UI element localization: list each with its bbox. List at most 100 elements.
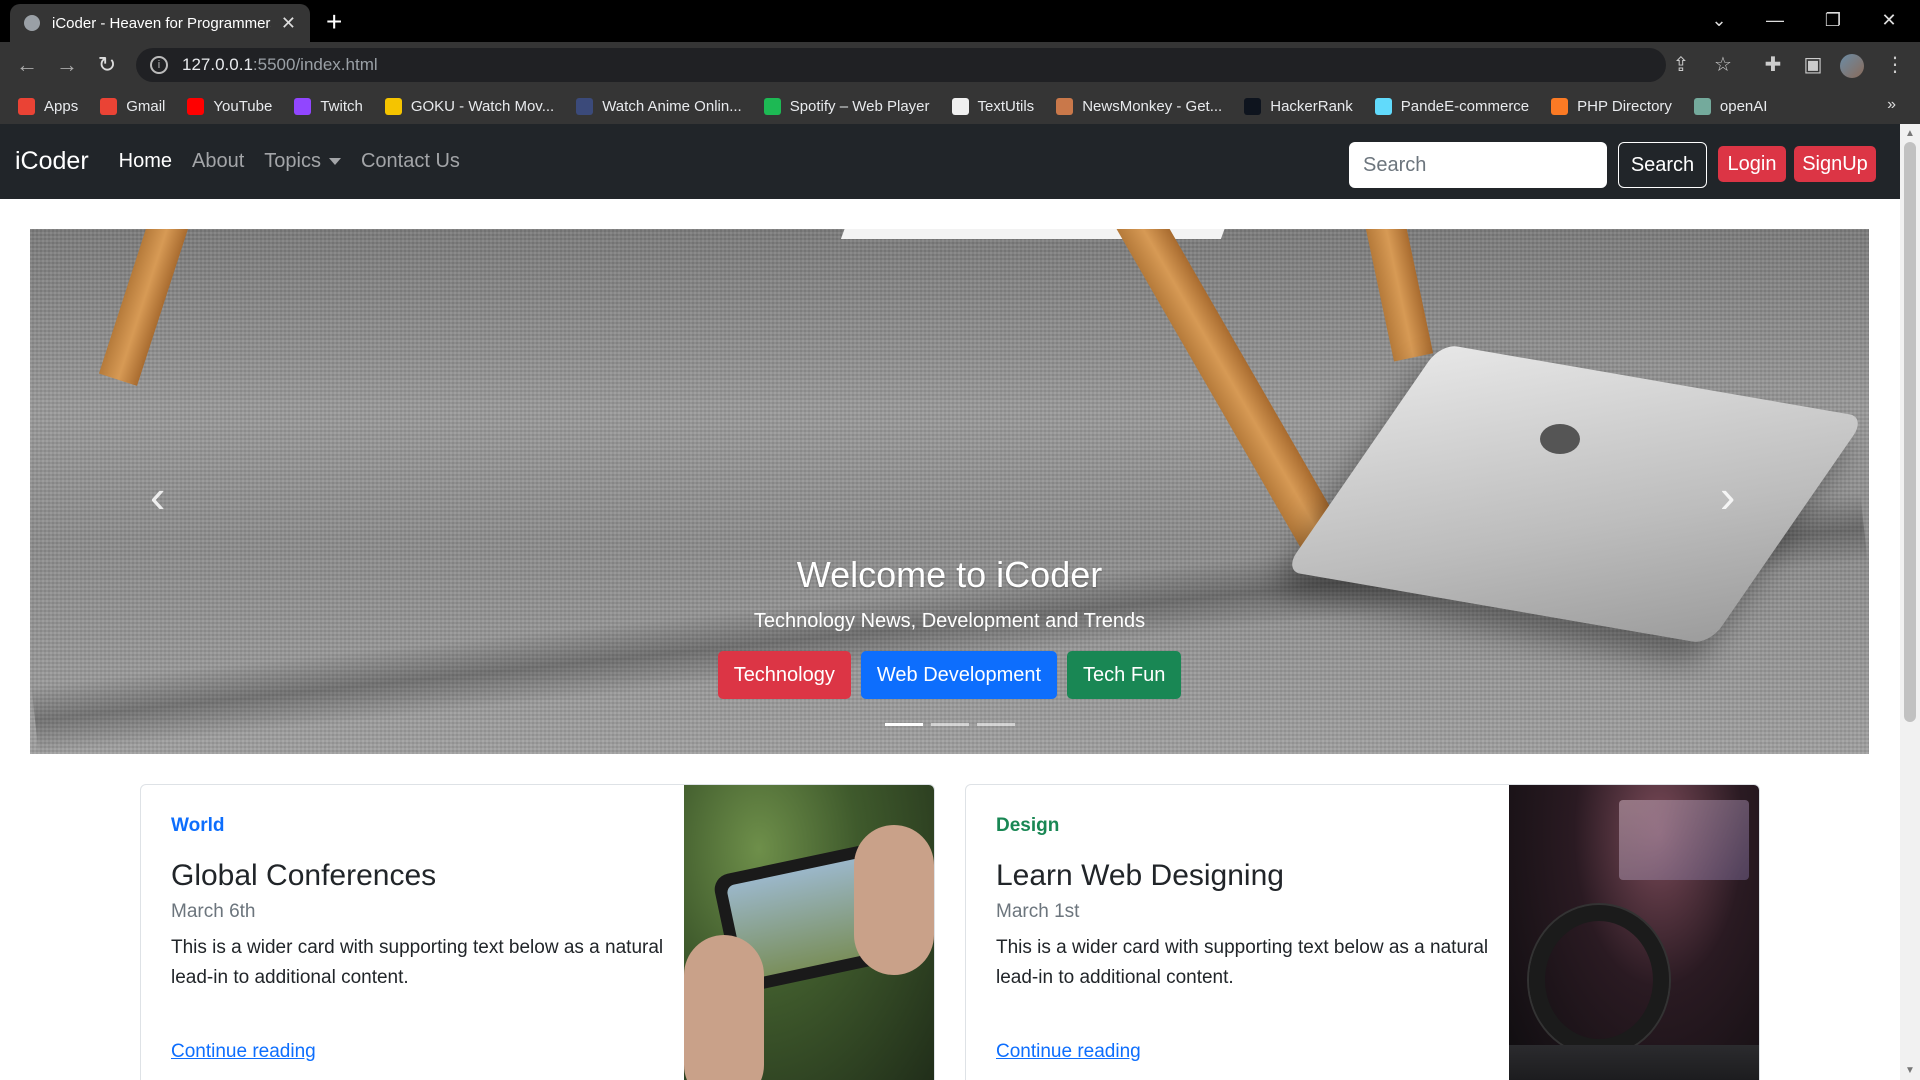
bookmark-item[interactable]: Watch Anime Onlin... (576, 97, 742, 115)
close-window-icon[interactable]: ✕ (1862, 4, 1916, 36)
twitch-icon (294, 97, 312, 115)
share-icon[interactable]: ⇪ (1666, 50, 1696, 80)
nav-contact[interactable]: Contact Us (361, 150, 460, 173)
bookmark-item[interactable]: Twitch (294, 97, 363, 115)
signup-button[interactable]: SignUp (1794, 146, 1876, 182)
carousel-indicator[interactable] (976, 723, 1015, 726)
login-button[interactable]: Login (1718, 146, 1786, 182)
minimize-icon[interactable]: — (1748, 4, 1802, 36)
scroll-down-icon[interactable]: ▼ (1905, 1065, 1915, 1076)
carousel-title: Welcome to iCoder (796, 554, 1103, 595)
apple-logo (1540, 424, 1580, 454)
scrollbar-thumb[interactable] (1904, 142, 1916, 722)
continue-reading-link[interactable]: Continue reading (996, 1041, 1141, 1063)
close-tab-icon[interactable]: ✕ (281, 13, 296, 34)
bookmark-label: Spotify – Web Player (789, 97, 930, 115)
hero-carousel: ‹ › Welcome to iCoder Technology News, D… (30, 229, 1869, 754)
bookmark-item[interactable]: openAI (1693, 97, 1768, 115)
apps-grid-icon (18, 97, 35, 115)
tab-search-icon[interactable]: ⌄ (1692, 4, 1746, 36)
search-button[interactable]: Search (1618, 142, 1707, 188)
site-navbar: iCoder Home About Topics Contact Us Sear… (0, 124, 1900, 199)
goku-icon (384, 97, 402, 115)
carousel-button[interactable]: Technology (717, 651, 851, 699)
side-panel-icon[interactable]: ▣ (1798, 50, 1828, 80)
carousel-subtitle: Technology News, Development and Trends (753, 610, 1146, 632)
bookmark-item[interactable]: TextUtils (951, 97, 1034, 115)
bookmark-item[interactable]: Apps (18, 97, 79, 115)
bookmark-item[interactable]: HackerRank (1244, 97, 1353, 115)
spotify-icon (763, 97, 781, 115)
headphones-image (1509, 785, 1759, 1080)
url-path: :5500/index.html (252, 55, 378, 74)
card-title: Global Conferences (171, 859, 437, 892)
profile-avatar[interactable] (1840, 54, 1864, 78)
card-category: World (171, 815, 225, 836)
bookmark-item[interactable]: GOKU - Watch Mov... (384, 97, 555, 115)
extensions-icon[interactable]: ✚ (1758, 50, 1788, 80)
bookmark-label: Apps (44, 97, 79, 115)
bookmark-item[interactable]: Spotify – Web Player (763, 97, 930, 115)
bookmark-label: GOKU - Watch Mov... (410, 97, 555, 115)
card-world: World Global Conferences March 6th This … (140, 784, 935, 1080)
address-bar[interactable]: i 127.0.0.1:5500/index.html (136, 48, 1666, 82)
carousel-caption: Welcome to iCoder Technology News, Devel… (30, 554, 1869, 699)
card-design: Design Learn Web Designing March 1st Thi… (965, 784, 1760, 1080)
bookmarks-overflow-icon[interactable]: » (1887, 96, 1896, 114)
anime-icon (576, 97, 594, 115)
browser-toolbar: ← → ↻ i 127.0.0.1:5500/index.html ⇪ ☆ ✚ … (0, 42, 1920, 88)
carousel-button[interactable]: Web Development (860, 651, 1058, 699)
bookmark-label: openAI (1719, 97, 1768, 115)
card-date: March 6th (171, 901, 256, 922)
carousel-indicator[interactable] (884, 723, 923, 726)
gmail-icon (100, 97, 118, 115)
search-input[interactable]: Search (1349, 142, 1607, 188)
card-text: This is a wider card with supporting tex… (996, 937, 1489, 988)
bookmark-item[interactable]: PandeE-commerce (1374, 97, 1529, 115)
phone-gaming-image (684, 785, 934, 1080)
page-scrollbar[interactable]: ▲ ▼ (1900, 124, 1920, 1080)
restore-icon[interactable]: ❐ (1806, 4, 1860, 36)
menu-icon[interactable]: ⋮ (1880, 50, 1910, 80)
nav-home[interactable]: Home (119, 150, 172, 173)
carousel-button[interactable]: Tech Fun (1067, 651, 1182, 699)
forward-icon[interactable]: → (52, 50, 82, 80)
reload-icon[interactable]: ↻ (92, 50, 122, 80)
carousel-next-icon[interactable]: › (1720, 469, 1735, 523)
url-host: 127.0.0.1 (182, 55, 253, 74)
new-tab-icon[interactable]: + (326, 6, 342, 38)
site-brand[interactable]: iCoder (15, 147, 89, 176)
openai-icon (1693, 97, 1711, 115)
bookmark-item[interactable]: NewsMonkey - Get... (1056, 97, 1222, 115)
scroll-up-icon[interactable]: ▲ (1905, 128, 1915, 139)
xampp-icon (1551, 97, 1569, 115)
carousel-indicator[interactable] (930, 723, 969, 726)
table-top-image (840, 229, 1240, 239)
tab-title: iCoder - Heaven for Programmers (52, 14, 271, 32)
bookmark-star-icon[interactable]: ☆ (1708, 50, 1738, 80)
carousel-buttons: Technology Web Development Tech Fun (30, 651, 1869, 699)
site-info-icon[interactable]: i (150, 56, 168, 74)
bookmark-label: Twitch (320, 97, 363, 115)
globe-icon (24, 15, 40, 31)
browser-tab[interactable]: iCoder - Heaven for Programmers ✕ (10, 4, 310, 42)
continue-reading-link[interactable]: Continue reading (171, 1041, 316, 1063)
card-title: Learn Web Designing (996, 859, 1284, 892)
bookmark-item[interactable]: Gmail (100, 97, 166, 115)
nav-topics-dropdown[interactable]: Topics (264, 150, 341, 173)
youtube-icon (187, 97, 205, 115)
table-leg (98, 229, 192, 386)
bookmark-label: Watch Anime Onlin... (602, 97, 742, 115)
nav-topics-label: Topics (264, 150, 321, 172)
bookmark-item[interactable]: PHP Directory (1551, 97, 1672, 115)
table-leg (1362, 229, 1434, 362)
carousel-prev-icon[interactable]: ‹ (150, 469, 165, 523)
nav-about[interactable]: About (192, 150, 244, 173)
bookmark-label: Gmail (126, 97, 166, 115)
bookmark-item[interactable]: YouTube (187, 97, 272, 115)
carousel-indicators (30, 723, 1869, 726)
hackerrank-icon (1244, 97, 1262, 115)
bookmark-label: PHP Directory (1577, 97, 1672, 115)
bookmarks-bar: Apps Gmail YouTube Twitch GOKU - Watch Mov..… (0, 88, 1920, 124)
back-icon[interactable]: ← (12, 50, 42, 80)
